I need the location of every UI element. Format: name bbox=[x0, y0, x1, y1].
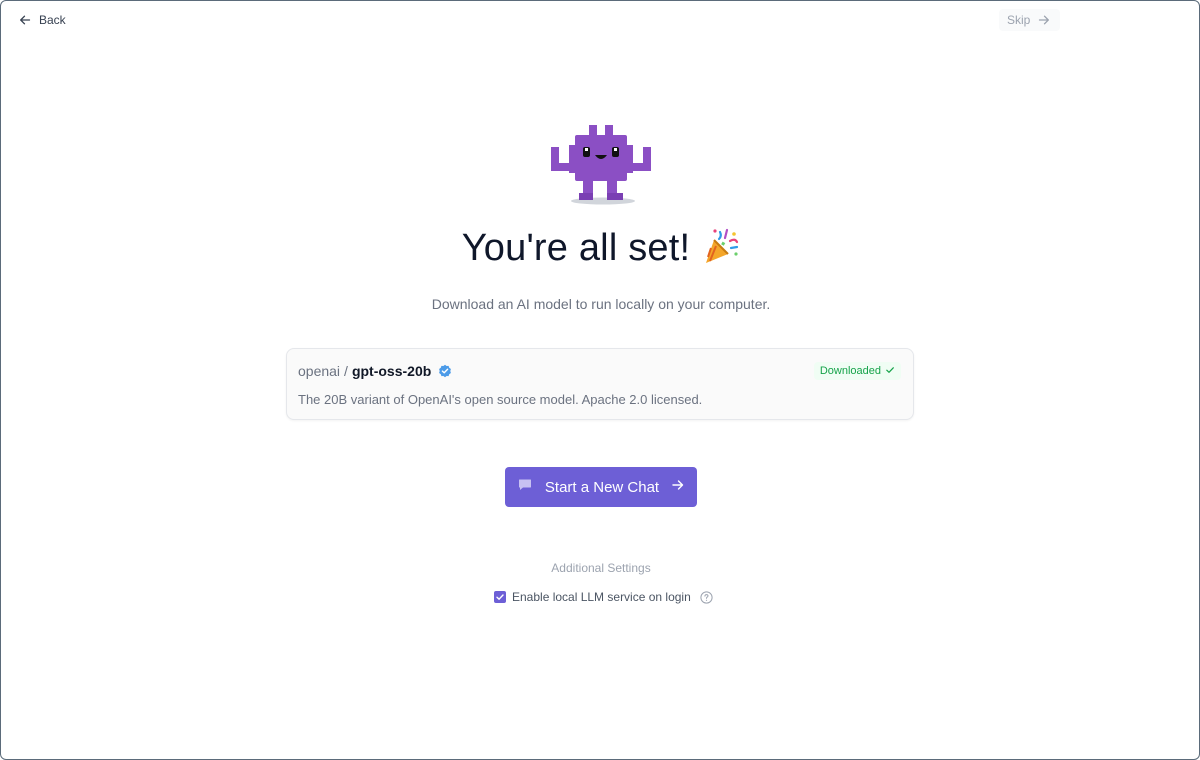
check-icon bbox=[885, 365, 895, 378]
app-window: Back Skip You're all set! Download an AI… bbox=[0, 0, 1200, 760]
model-org: openai bbox=[298, 363, 341, 379]
setting-enable-local-llm: Enable local LLM service on login bbox=[494, 588, 713, 606]
enable-local-llm-checkbox[interactable] bbox=[494, 591, 506, 603]
arrow-left-icon bbox=[19, 14, 31, 26]
party-popper-icon bbox=[700, 226, 740, 279]
help-circle-icon[interactable] bbox=[700, 590, 713, 604]
model-card[interactable]: openai / gpt-oss-20b Downloaded The 20B … bbox=[286, 348, 914, 420]
chat-bubble-icon bbox=[517, 477, 533, 497]
model-identifier: openai / gpt-oss-20b bbox=[298, 363, 452, 379]
status-label: Downloaded bbox=[819, 365, 881, 377]
title-text: You're all set! bbox=[461, 227, 691, 269]
status-badge: Downloaded bbox=[813, 362, 901, 380]
skip-button[interactable]: Skip bbox=[999, 9, 1061, 31]
page-title: You're all set! bbox=[1, 223, 1199, 279]
additional-settings-heading: Additional Settings bbox=[551, 561, 651, 575]
start-new-chat-label: Start a New Chat bbox=[544, 478, 660, 496]
model-name: gpt-oss-20b bbox=[351, 363, 432, 379]
top-bar: Back Skip bbox=[1, 1, 1199, 39]
verified-badge-icon bbox=[438, 364, 452, 378]
robot-mascot-icon bbox=[547, 121, 655, 205]
skip-label: Skip bbox=[1007, 13, 1031, 27]
page-subtitle: Download an AI model to run locally on y… bbox=[431, 296, 771, 312]
model-description: The 20B variant of OpenAI's open source … bbox=[298, 392, 703, 407]
arrow-right-icon bbox=[1038, 14, 1050, 26]
back-label: Back bbox=[39, 13, 66, 27]
back-button[interactable]: Back bbox=[15, 9, 70, 31]
model-separator: / bbox=[344, 363, 348, 379]
start-new-chat-button[interactable]: Start a New Chat bbox=[505, 467, 697, 507]
enable-local-llm-label: Enable local LLM service on login bbox=[512, 590, 691, 604]
arrow-right-icon bbox=[671, 478, 685, 496]
